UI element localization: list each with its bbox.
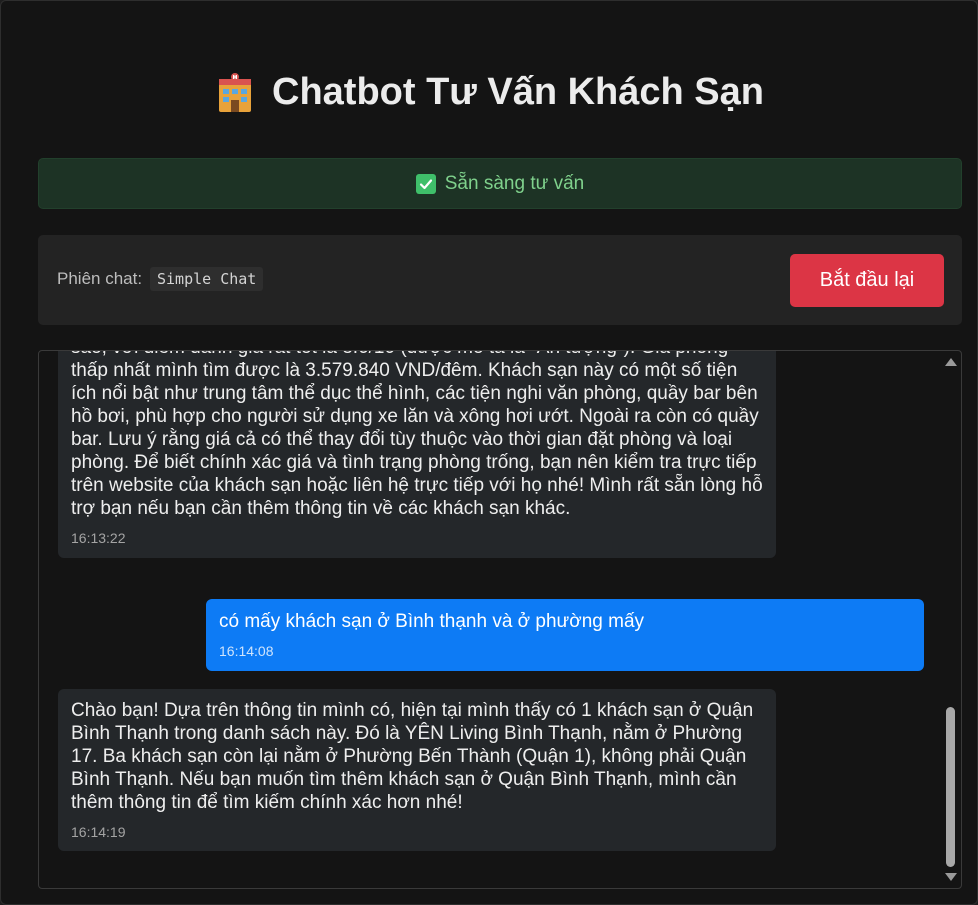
scroll-up-arrow-icon[interactable] [945,358,957,366]
page-title: Chatbot Tư Vấn Khách Sạn [1,71,977,114]
chat-scrollbar[interactable] [943,353,958,886]
session-label: Phiên chat: [57,269,143,288]
message-text: có mấy khách sạn ở Bình thạnh và ở phườn… [219,611,645,632]
message-text: Chào bạn! Dựa trên thông tin mình có, hi… [71,700,754,813]
message-time: 16:14:19 [71,824,126,840]
hotel-icon [214,72,256,114]
session-name: Simple Chat [150,267,264,291]
app-window: Chatbot Tư Vấn Khách Sạn Sẵn sàng tư vấn… [0,0,978,905]
message-time: 16:13:22 [71,530,126,546]
session-bar: Phiên chat: Simple Chat Bắt đầu lại [38,235,962,325]
bot-message: sao, với điểm đánh giá rất tốt là 8.6/10… [58,351,776,558]
chat-messages[interactable]: sao, với điểm đánh giá rất tốt là 8.6/10… [38,350,962,889]
scroll-down-arrow-icon[interactable] [945,873,957,881]
page-title-text: Chatbot Tư Vấn Khách Sạn [272,71,764,113]
user-message: có mấy khách sạn ở Bình thạnh và ở phườn… [206,599,924,671]
message-text: sao, với điểm đánh giá rất tốt là 8.6/10… [71,351,763,519]
check-icon [415,173,436,194]
restart-button[interactable]: Bắt đầu lại [790,254,944,307]
status-text: Sẵn sàng tư vấn [444,172,585,194]
scrollbar-thumb[interactable] [946,707,955,867]
bot-message: Chào bạn! Dựa trên thông tin mình có, hi… [58,689,776,851]
message-time: 16:14:08 [219,643,274,659]
status-banner: Sẵn sàng tư vấn [38,158,962,209]
